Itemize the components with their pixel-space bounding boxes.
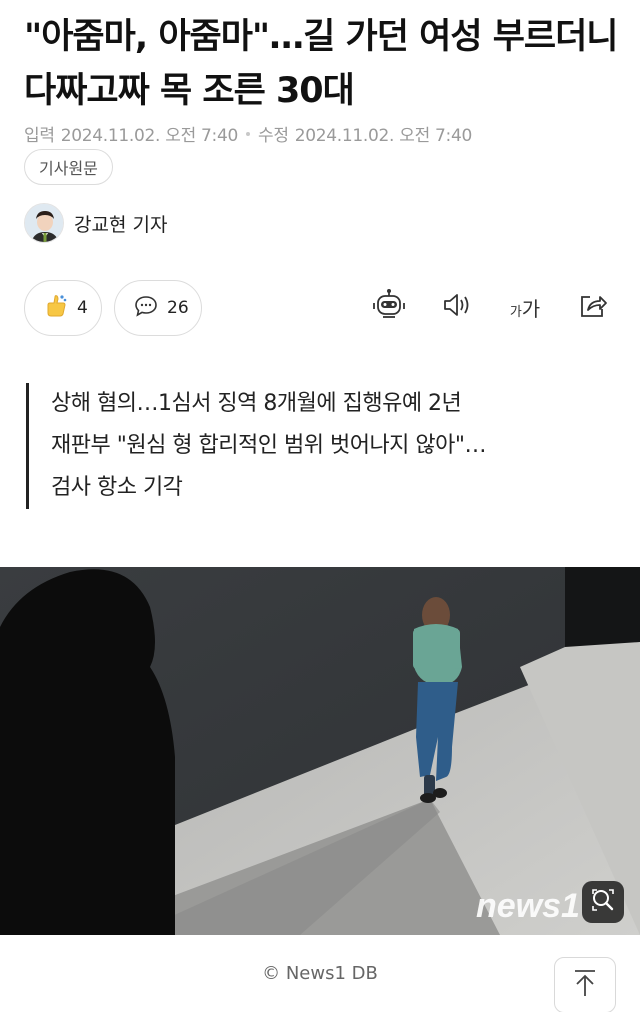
author-avatar[interactable]	[24, 203, 64, 243]
robot-icon	[371, 287, 407, 327]
news1-watermark: news1	[476, 887, 580, 925]
article-toolbar: 가가	[370, 288, 612, 326]
arrow-up-icon	[571, 968, 599, 1002]
author-name[interactable]: 강교현 기자	[74, 210, 167, 237]
modified-label: 수정	[258, 126, 289, 146]
like-count: 4	[77, 298, 88, 318]
thumbs-up-icon	[43, 293, 69, 324]
author-info[interactable]: 강교현 기자	[24, 203, 167, 243]
photo-zoom-button[interactable]	[582, 881, 624, 923]
article-title: "아줌마, 아줌마"…길 가던 여성 부르더니 다짜고짜 목 조른 30대	[24, 17, 619, 111]
original-article-button[interactable]: 기사원문	[24, 149, 113, 185]
comment-count: 26	[167, 298, 189, 318]
like-button[interactable]: 4	[24, 280, 102, 336]
text-to-speech-button[interactable]	[438, 288, 476, 326]
font-size-icon: 가가	[509, 296, 541, 321]
font-size-button[interactable]: 가가	[506, 288, 544, 326]
share-button[interactable]	[574, 288, 612, 326]
summary-line: 검사 항소 기각	[51, 475, 183, 500]
comment-button[interactable]: 26	[114, 280, 202, 336]
article-meta: 입력 2024.11.02. 오전 7:40 수정 2024.11.02. 오전…	[24, 121, 472, 146]
summary-line: 상해 혐의…1심서 징역 8개월에 집행유예 2년	[51, 391, 462, 416]
speech-bubble-icon	[133, 293, 159, 324]
photo-caption: © News1 DB	[262, 963, 378, 984]
photo-illustration: news1	[0, 567, 640, 935]
modified-time: 2024.11.02. 오전 7:40	[294, 126, 473, 146]
article-photo[interactable]: news1	[0, 567, 640, 935]
reaction-bar: 4 26	[24, 280, 202, 336]
magnify-icon	[590, 887, 616, 917]
summary-line: 재판부 "원심 형 합리적인 범위 벗어나지 않아"…	[51, 433, 487, 458]
published-time: 2024.11.02. 오전 7:40	[60, 126, 239, 146]
speaker-icon	[440, 288, 474, 326]
scroll-top-button[interactable]	[554, 957, 616, 1012]
meta-separator	[246, 131, 250, 136]
share-icon	[576, 288, 610, 326]
published-label: 입력	[24, 126, 55, 146]
article-summary: 상해 혐의…1심서 징역 8개월에 집행유예 2년 재판부 "원심 형 합리적인…	[26, 383, 487, 509]
summary-bot-button[interactable]	[370, 288, 408, 326]
